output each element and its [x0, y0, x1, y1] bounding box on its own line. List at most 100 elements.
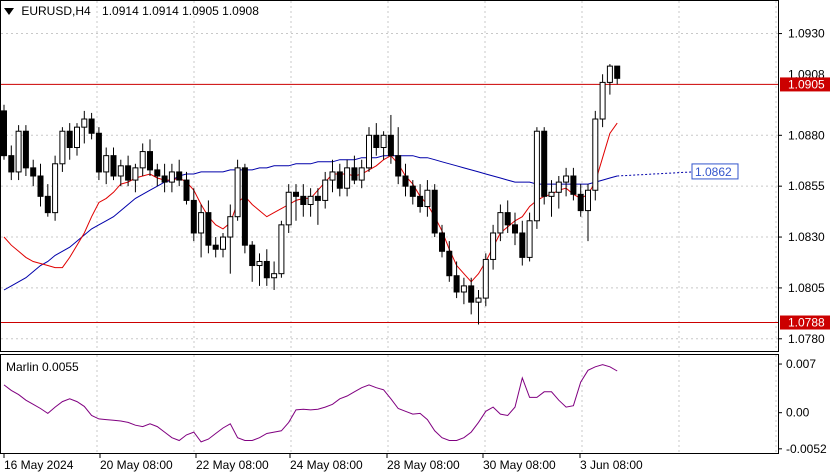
candle-bear[interactable] — [431, 189, 438, 234]
candle-bull[interactable] — [117, 165, 124, 177]
price-panel[interactable]: 1.0930 1.0880 1.0855 1.0830 1.0805 1.0780 1.08… — [0, 0, 838, 352]
candle-bear[interactable] — [409, 185, 416, 197]
candle-bull[interactable] — [307, 195, 314, 205]
candle-bear[interactable] — [161, 175, 168, 183]
candle-bear[interactable] — [241, 167, 248, 246]
candle-bull[interactable] — [285, 191, 292, 226]
candle-bear[interactable] — [125, 165, 132, 181]
candle-bear[interactable] — [512, 224, 518, 234]
candle-bear[interactable] — [504, 212, 511, 226]
candle-bull[interactable] — [74, 126, 80, 149]
time-axis: 16 May 2024 20 May 08:00 22 May 08:00 24 Ma… — [3, 454, 643, 472]
candle-bull[interactable] — [15, 130, 22, 173]
candle-bear[interactable] — [22, 130, 29, 169]
candle-bull[interactable] — [366, 134, 372, 169]
candle-bull[interactable] — [358, 167, 365, 181]
symbol-title: EURUSD,H4 — [21, 4, 91, 18]
time-tick-label: 3 Jun 08:00 — [580, 458, 643, 472]
candle-bull[interactable] — [52, 163, 59, 214]
candle-bull[interactable] — [234, 167, 241, 218]
candle-bear[interactable] — [453, 275, 460, 293]
candle-bull[interactable] — [475, 297, 482, 303]
candle-bear[interactable] — [95, 132, 102, 173]
candle-bear[interactable] — [147, 151, 153, 171]
candle-bear[interactable] — [446, 250, 453, 277]
candle-bear[interactable] — [373, 134, 380, 149]
candle-bull[interactable] — [168, 171, 175, 183]
candle-bear[interactable] — [300, 195, 307, 205]
candle-bear[interactable] — [314, 195, 321, 201]
candle-bull[interactable] — [526, 220, 533, 258]
candle-bull[interactable] — [424, 189, 431, 208]
support-price-label: 1.0788 — [788, 316, 825, 330]
candle-bear[interactable] — [519, 232, 526, 258]
candle-bull[interactable] — [59, 130, 66, 165]
candle-bull[interactable] — [482, 258, 489, 299]
candle-bear[interactable] — [417, 195, 424, 208]
candle-bull[interactable] — [256, 260, 263, 267]
indicator-chart[interactable]: 0.007 0.00 -0.0052 — [0, 354, 838, 454]
candle-bear[interactable] — [263, 260, 270, 279]
candle-bear[interactable] — [395, 155, 402, 177]
candle-bear[interactable] — [176, 171, 183, 181]
candle-bear[interactable] — [336, 171, 343, 189]
candle-bull[interactable] — [555, 181, 562, 193]
candle-bull[interactable] — [533, 130, 540, 222]
candle-bull[interactable] — [139, 151, 146, 169]
candle-bull[interactable] — [220, 236, 226, 250]
time-tick-label: 24 May 08:00 — [290, 458, 363, 472]
candle-bull[interactable] — [278, 224, 285, 275]
candle-bear[interactable] — [212, 244, 219, 250]
indicator-tick-label: 0.007 — [786, 357, 816, 371]
candle-bear[interactable] — [614, 65, 621, 79]
candle-bear[interactable] — [183, 179, 190, 201]
candle-bear[interactable] — [541, 130, 548, 197]
candle-bear[interactable] — [110, 155, 117, 177]
candle-bear[interactable] — [577, 193, 584, 212]
candle-bear[interactable] — [468, 285, 475, 303]
ma-projection-label: 1.0862 — [695, 165, 732, 179]
candle-bull[interactable] — [329, 171, 336, 181]
candle-bear[interactable] — [88, 118, 95, 134]
menu-triangle-icon[interactable] — [4, 8, 14, 16]
candle-bull[interactable] — [271, 273, 278, 279]
candle-bull[interactable] — [548, 191, 555, 197]
candle-bear[interactable] — [570, 175, 577, 195]
candle-bear[interactable] — [8, 155, 15, 173]
candle-bear[interactable] — [249, 244, 256, 267]
candle-bear[interactable] — [439, 232, 445, 252]
candle-bull[interactable] — [344, 167, 351, 189]
price-chart[interactable]: 1.0930 1.0880 1.0855 1.0830 1.0805 1.0780 1.08… — [0, 0, 838, 352]
candle-bear[interactable] — [351, 167, 358, 181]
price-tick-label: 1.0855 — [788, 179, 825, 193]
candle-bear[interactable] — [30, 167, 37, 177]
candle-bull[interactable] — [585, 189, 591, 212]
indicator-panel[interactable]: 0.007 0.00 -0.0052 Marlin 0.0055 — [0, 354, 838, 454]
candle-bull[interactable] — [198, 212, 205, 234]
candle-bear[interactable] — [44, 195, 51, 214]
candle-bear[interactable] — [1, 110, 7, 157]
candle-bull[interactable] — [103, 155, 110, 173]
candle-bear[interactable] — [190, 199, 197, 234]
candle-bull[interactable] — [599, 81, 606, 120]
candle-bear[interactable] — [293, 191, 299, 197]
candle-bear[interactable] — [387, 134, 394, 157]
candle-bull[interactable] — [380, 134, 387, 149]
candle-bull[interactable] — [592, 118, 599, 191]
candle-bull[interactable] — [606, 65, 613, 83]
candle-bear[interactable] — [154, 169, 161, 177]
candle-bull[interactable] — [460, 285, 467, 293]
candle-bull[interactable] — [490, 232, 497, 260]
candle-bear[interactable] — [37, 175, 44, 197]
price-tick-label: 1.0805 — [788, 281, 825, 295]
candle-bull[interactable] — [81, 118, 88, 128]
candle-bear[interactable] — [402, 175, 409, 187]
candle-bull[interactable] — [563, 175, 570, 183]
candle-bear[interactable] — [66, 130, 73, 149]
candle-bull[interactable] — [497, 212, 504, 234]
candle-bull[interactable] — [322, 179, 329, 201]
chart-header: EURUSD,H4 1.0914 1.0914 1.0905 1.0908 — [4, 4, 259, 18]
candle-bull[interactable] — [132, 167, 139, 181]
candle-bull[interactable] — [227, 216, 234, 238]
candle-bear[interactable] — [205, 212, 212, 246]
